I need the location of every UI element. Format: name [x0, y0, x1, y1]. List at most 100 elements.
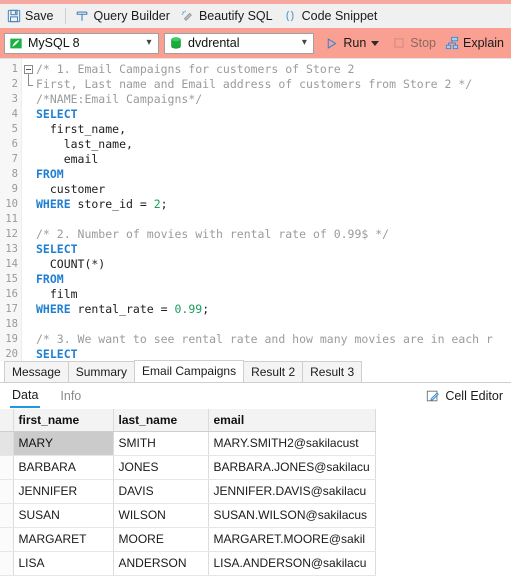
table-cell[interactable]: MARY: [13, 431, 114, 456]
cell-editor-button[interactable]: Cell Editor: [425, 389, 503, 404]
run-dropdown-arrow-icon[interactable]: [371, 40, 380, 46]
save-button[interactable]: Save: [2, 5, 60, 27]
row-header-cell[interactable]: [0, 479, 14, 504]
save-label: Save: [25, 9, 54, 23]
explain-button[interactable]: Explain: [441, 32, 507, 54]
row-header-cell[interactable]: [0, 455, 14, 480]
code-line[interactable]: email: [36, 152, 511, 167]
result-grid[interactable]: first_name last_name email MARY SMITH MARY.S…: [0, 409, 511, 586]
table-cell[interactable]: DAVIS: [113, 479, 209, 504]
code-line[interactable]: /* 1. Email Campaigns for customers of S…: [36, 62, 511, 77]
fold-toggle-icon[interactable]: [24, 65, 33, 74]
code-line[interactable]: /* 3. We want to see rental rate and how…: [36, 332, 511, 347]
table-cell[interactable]: MARY.SMITH2@sakilacust: [208, 431, 376, 456]
code-line[interactable]: customer: [36, 182, 511, 197]
row-header-cell[interactable]: [0, 527, 14, 552]
code-line[interactable]: COUNT(*): [36, 257, 511, 272]
main-toolbar: Save Query Builder Beautify SQL Code Sni…: [0, 4, 511, 28]
code-token-plain: email: [36, 152, 99, 166]
code-token-plain: COUNT(*): [36, 257, 106, 271]
code-line[interactable]: /* 2. Number of movies with rental rate …: [36, 227, 511, 242]
table-cell[interactable]: MARGARET: [13, 527, 114, 552]
code-token-comment: /* 3. We want to see rental rate and how…: [36, 332, 493, 346]
code-line[interactable]: last_name,: [36, 137, 511, 152]
query-builder-icon: [75, 9, 90, 24]
code-line[interactable]: SELECT: [36, 107, 511, 122]
code-line[interactable]: SELECT: [36, 347, 511, 361]
row-header-cell[interactable]: [0, 431, 14, 456]
line-number: 5: [11, 123, 18, 135]
table-row[interactable]: BARBARA JONES BARBARA.JONES@sakilacu: [0, 455, 376, 480]
code-line[interactable]: WHERE store_id = 2;: [36, 197, 511, 212]
result-tab[interactable]: Result 3: [302, 361, 363, 382]
code-token-comment: /* 1. Email Campaigns for customers of S…: [36, 62, 355, 76]
stop-button[interactable]: Stop: [388, 32, 439, 54]
sql-code-editor[interactable]: 1 2 3 4 5 6 7 8 9 10 11 12 13 14 15 16 17 18 19 20 /* 1. Em…: [0, 58, 511, 361]
run-play-icon: [324, 36, 339, 51]
table-cell[interactable]: LISA.ANDERSON@sakilacu: [208, 551, 376, 576]
code-line[interactable]: SELECT: [36, 242, 511, 257]
table-cell[interactable]: ANDERSON: [113, 551, 209, 576]
result-tab[interactable]: Result 2: [243, 361, 304, 382]
line-number: 4: [11, 108, 18, 120]
table-cell[interactable]: WILSON: [113, 503, 209, 528]
row-header-cell[interactable]: [0, 503, 14, 528]
code-snippet-button[interactable]: Code Snippet: [279, 5, 384, 27]
result-subtab[interactable]: Data: [10, 385, 41, 408]
table-cell[interactable]: JONES: [113, 455, 209, 480]
explain-label: Explain: [463, 36, 504, 50]
result-tab[interactable]: Summary: [67, 361, 136, 382]
table-row[interactable]: JENNIFER DAVIS JENNIFER.DAVIS@sakilacu: [0, 479, 376, 504]
result-subtabs: Data Info: [10, 385, 101, 408]
table-cell[interactable]: LISA: [13, 551, 114, 576]
code-line[interactable]: FROM: [36, 167, 511, 182]
code-folding-gutter[interactable]: [22, 59, 36, 361]
beautify-sql-icon: [180, 9, 195, 24]
column-header[interactable]: email: [208, 409, 376, 432]
code-line[interactable]: First, Last name and Email address of cu…: [36, 77, 511, 92]
chevron-down-icon[interactable]: ▾: [297, 38, 311, 48]
code-line[interactable]: [36, 317, 511, 332]
chevron-down-icon[interactable]: ▾: [142, 38, 156, 48]
sql-code-text[interactable]: /* 1. Email Campaigns for customers of S…: [36, 59, 511, 361]
line-number: 13: [5, 243, 18, 255]
column-header[interactable]: first_name: [13, 409, 114, 432]
result-tab-strip: Message Summary Email Campaigns Result 2 Res…: [0, 360, 511, 383]
result-tab[interactable]: Message: [4, 361, 69, 382]
run-label: Run: [343, 36, 367, 50]
toolbar-divider: [64, 8, 66, 24]
query-builder-button[interactable]: Query Builder: [71, 5, 176, 27]
column-header[interactable]: last_name: [113, 409, 209, 432]
execution-controls: Run Stop Explain: [321, 32, 507, 54]
table-row[interactable]: LISA ANDERSON LISA.ANDERSON@sakilacu: [0, 551, 376, 576]
database-cylinder-icon: [168, 36, 183, 51]
table-cell[interactable]: SUSAN: [13, 503, 114, 528]
code-line[interactable]: [36, 212, 511, 227]
code-line[interactable]: first_name,: [36, 122, 511, 137]
table-header-row: first_name last_name email: [0, 409, 376, 432]
table-cell[interactable]: JENNIFER: [13, 479, 114, 504]
table-cell[interactable]: SMITH: [113, 431, 209, 456]
database-select[interactable]: dvdrental ▾: [164, 32, 315, 54]
row-header-cell[interactable]: [0, 551, 14, 576]
code-line[interactable]: film: [36, 287, 511, 302]
table-cell[interactable]: BARBARA.JONES@sakilacu: [208, 455, 376, 480]
table-cell[interactable]: MARGARET.MOORE@sakil: [208, 527, 376, 552]
code-line[interactable]: /*NAME:Email Campaigns*/: [36, 92, 511, 107]
code-line[interactable]: WHERE rental_rate = 0.99;: [36, 302, 511, 317]
table-cell[interactable]: JENNIFER.DAVIS@sakilacu: [208, 479, 376, 504]
connection-select[interactable]: MySQL 8 ▾: [4, 32, 160, 54]
table-cell[interactable]: MOORE: [113, 527, 209, 552]
code-line[interactable]: FROM: [36, 272, 511, 287]
table-cell[interactable]: SUSAN.WILSON@sakilacus: [208, 503, 376, 528]
result-subtab[interactable]: Info: [58, 386, 83, 407]
save-icon: [6, 9, 21, 24]
mysql-dolphin-icon: [8, 36, 23, 51]
table-row[interactable]: MARGARET MOORE MARGARET.MOORE@sakil: [0, 527, 376, 552]
table-row[interactable]: SUSAN WILSON SUSAN.WILSON@sakilacus: [0, 503, 376, 528]
run-button[interactable]: Run: [321, 32, 386, 54]
beautify-sql-button[interactable]: Beautify SQL: [176, 5, 279, 27]
table-row[interactable]: MARY SMITH MARY.SMITH2@sakilacust: [0, 431, 376, 456]
table-cell[interactable]: BARBARA: [13, 455, 114, 480]
result-tab[interactable]: Email Campaigns: [134, 360, 245, 382]
